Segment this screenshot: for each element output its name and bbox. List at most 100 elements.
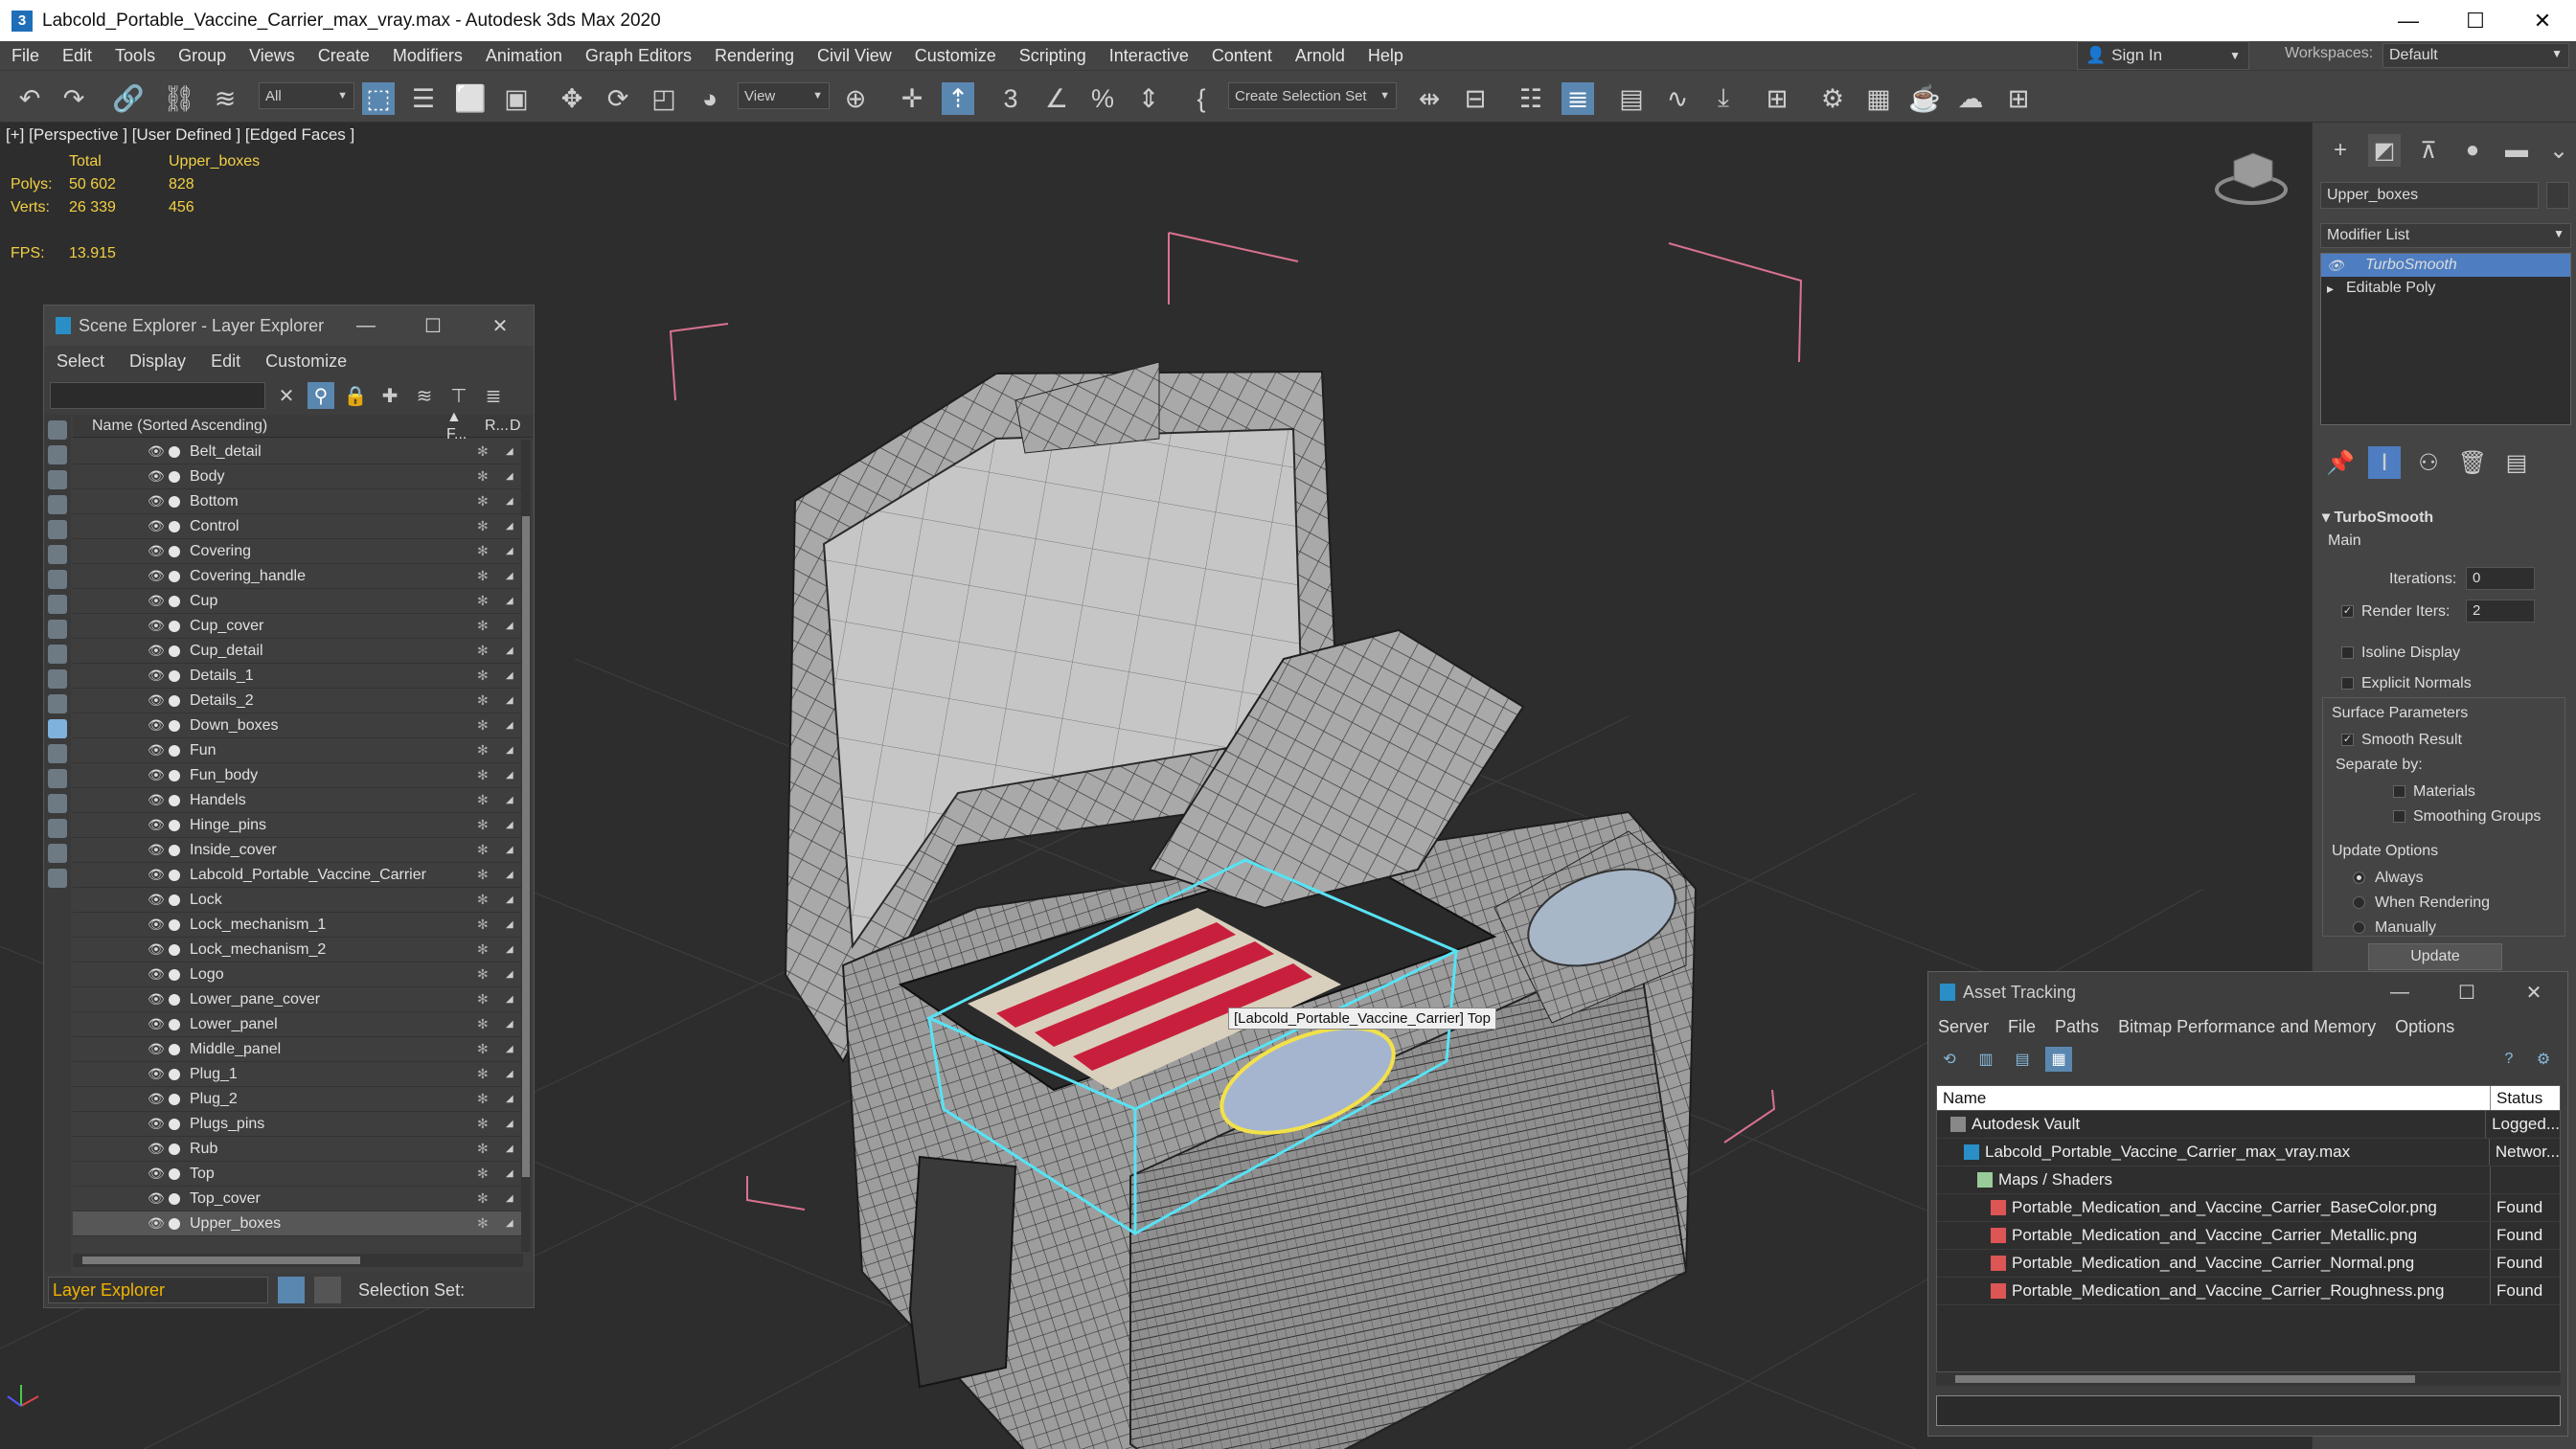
eye-icon[interactable]: 👁 <box>148 742 165 758</box>
scene-explorer-icon[interactable]: ≣ <box>1562 82 1594 115</box>
freeze-icon[interactable]: ✻ <box>477 867 506 883</box>
display-frozen-icon[interactable] <box>48 694 67 713</box>
display-invert-icon[interactable] <box>48 794 67 813</box>
menu-graph-editors[interactable]: Graph Editors <box>574 46 703 66</box>
freeze-icon[interactable]: ✻ <box>477 1116 506 1132</box>
eye-icon[interactable]: 👁 <box>148 643 165 659</box>
selection-filter-select[interactable]: All ▼ <box>259 82 354 109</box>
layer-row[interactable]: 👁 Rub ✻ ◢ <box>73 1137 523 1162</box>
freeze-icon[interactable]: ✻ <box>477 468 506 485</box>
render-dot-icon[interactable] <box>169 445 180 458</box>
named-sets-icon[interactable]: { <box>1185 82 1218 115</box>
eye-icon[interactable]: 👁 <box>148 543 165 559</box>
schematic-icon[interactable]: ⤓ <box>1707 82 1740 115</box>
spinner-snap-icon[interactable]: ⇕ <box>1132 82 1165 115</box>
eye-icon[interactable]: 👁 <box>148 593 165 609</box>
viewport-label[interactable]: [+] [Perspective ] [User Defined ] [Edge… <box>6 125 354 145</box>
pin-stack-icon[interactable]: 📌 <box>2324 446 2357 479</box>
freeze-icon[interactable]: ✻ <box>477 1215 506 1232</box>
asset-row[interactable]: Portable_Medication_and_Vaccine_Carrier_… <box>1937 1194 2560 1222</box>
render-dot-icon[interactable] <box>169 570 180 582</box>
make-unique-icon[interactable]: ⚇ <box>2412 446 2445 479</box>
hierarchy-tab-icon[interactable]: ⊼ <box>2412 134 2445 167</box>
eye-icon[interactable]: 👁 <box>148 1066 165 1082</box>
render-dot-icon[interactable] <box>169 1068 180 1080</box>
freeze-icon[interactable]: ✻ <box>477 966 506 983</box>
eye-icon[interactable]: 👁 <box>148 443 165 460</box>
render-dot-icon[interactable] <box>169 744 180 757</box>
render-dot-icon[interactable] <box>169 595 180 607</box>
materials-checkbox[interactable]: Materials <box>2393 783 2475 801</box>
render-dot-icon[interactable] <box>169 470 180 483</box>
update-manually-radio[interactable]: Manually <box>2353 919 2436 937</box>
hierarchy-icon[interactable] <box>314 1277 341 1303</box>
filter-selected-icon[interactable] <box>48 844 67 863</box>
add-layer-icon[interactable]: ✚ <box>376 382 403 409</box>
horizontal-scrollbar[interactable] <box>73 1254 523 1267</box>
checkbox[interactable]: ✓ <box>2341 605 2354 619</box>
modifier-list-select[interactable]: Modifier List ▼ <box>2320 223 2571 248</box>
freeze-icon[interactable]: ✻ <box>477 1091 506 1107</box>
render-setup-icon[interactable]: ⚙ <box>1816 82 1849 115</box>
display-groups-icon[interactable] <box>48 595 67 614</box>
freeze-icon[interactable]: ✻ <box>477 892 506 908</box>
minimize-button[interactable]: — <box>332 315 399 337</box>
eye-icon[interactable]: 👁 <box>148 991 165 1008</box>
column-frozen[interactable]: ▲ F... <box>446 409 485 443</box>
eye-icon[interactable]: 👁 <box>148 892 165 908</box>
eye-icon[interactable]: 👁 <box>148 1016 165 1032</box>
menu-file[interactable]: File <box>0 46 51 66</box>
layer-row[interactable]: 👁 Lock_mechanism_2 ✻ ◢ <box>73 938 523 962</box>
render-dot-icon[interactable] <box>169 968 180 981</box>
display-none-icon[interactable] <box>48 769 67 788</box>
settings-icon[interactable]: ⚙ <box>2530 1047 2557 1072</box>
layer-row[interactable]: 👁 Inside_cover ✻ ◢ <box>73 838 523 863</box>
render-dot-icon[interactable] <box>169 520 180 532</box>
render-dot-icon[interactable] <box>169 918 180 931</box>
filter-icon[interactable]: ⚲ <box>308 382 334 409</box>
eye-icon[interactable]: 👁 <box>148 1041 165 1057</box>
freeze-icon[interactable]: ✻ <box>477 593 506 609</box>
display-shapes-icon[interactable] <box>48 470 67 489</box>
scrollbar-thumb[interactable] <box>522 516 530 1177</box>
layer-row[interactable]: 👁 Details_1 ✻ ◢ <box>73 664 523 689</box>
render-dot-icon[interactable] <box>169 1192 180 1205</box>
ribbon-icon[interactable]: ▤ <box>1615 82 1648 115</box>
freeze-icon[interactable]: ✻ <box>477 717 506 734</box>
scrollbar-thumb[interactable] <box>1955 1375 2415 1383</box>
layer-row[interactable]: 👁 Plug_1 ✻ ◢ <box>73 1062 523 1087</box>
freeze-icon[interactable]: ✻ <box>477 493 506 509</box>
horizontal-scrollbar[interactable] <box>1936 1372 2561 1386</box>
layer-row[interactable]: 👁 Lock_mechanism_1 ✻ ◢ <box>73 913 523 938</box>
eye-icon[interactable]: 👁 <box>148 1091 165 1107</box>
configure-sets-icon[interactable]: ▤ <box>2500 446 2533 479</box>
menu-content[interactable]: Content <box>1200 46 1284 66</box>
asset-row[interactable]: Portable_Medication_and_Vaccine_Carrier_… <box>1937 1278 2560 1305</box>
link-icon[interactable]: 🔗 <box>112 82 145 115</box>
checkbox[interactable] <box>2393 810 2405 824</box>
layer-row[interactable]: 👁 Plug_2 ✻ ◢ <box>73 1087 523 1112</box>
at-menu-file[interactable]: File <box>1998 1017 2045 1037</box>
layer-row[interactable]: 👁 Covering ✻ ◢ <box>73 539 523 564</box>
display-containers-icon[interactable] <box>48 669 67 689</box>
viewcube[interactable] <box>2215 152 2288 205</box>
eye-icon[interactable]: 👁 <box>148 767 165 783</box>
smoothing-groups-checkbox[interactable]: Smoothing Groups <box>2393 808 2541 826</box>
align-icon[interactable]: ⊟ <box>1459 82 1492 115</box>
layer-row[interactable]: 👁 Down_boxes ✻ ◢ <box>73 713 523 738</box>
curve-editor-icon[interactable]: ∿ <box>1661 82 1694 115</box>
checkbox[interactable] <box>2341 677 2354 691</box>
column-display[interactable]: D <box>510 418 523 435</box>
place-icon[interactable]: ◕ <box>694 82 726 115</box>
rollout-title[interactable]: ▾ TurboSmooth <box>2322 508 2433 527</box>
close-button[interactable]: ✕ <box>467 314 534 338</box>
refresh-icon[interactable]: ⟲ <box>1936 1047 1963 1072</box>
at-menu-paths[interactable]: Paths <box>2045 1017 2109 1037</box>
asset-row[interactable]: Autodesk Vault Logged... <box>1937 1111 2560 1139</box>
expand-arrow-icon[interactable]: ▸ <box>2327 281 2346 297</box>
clear-search-icon[interactable]: ✕ <box>273 382 300 409</box>
eye-icon[interactable]: 👁 <box>148 1141 165 1157</box>
layer-row[interactable]: 👁 Lower_pane_cover ✻ ◢ <box>73 987 523 1012</box>
update-button[interactable]: Update <box>2368 943 2502 970</box>
layer-row[interactable]: 👁 Fun_body ✻ ◢ <box>73 763 523 788</box>
